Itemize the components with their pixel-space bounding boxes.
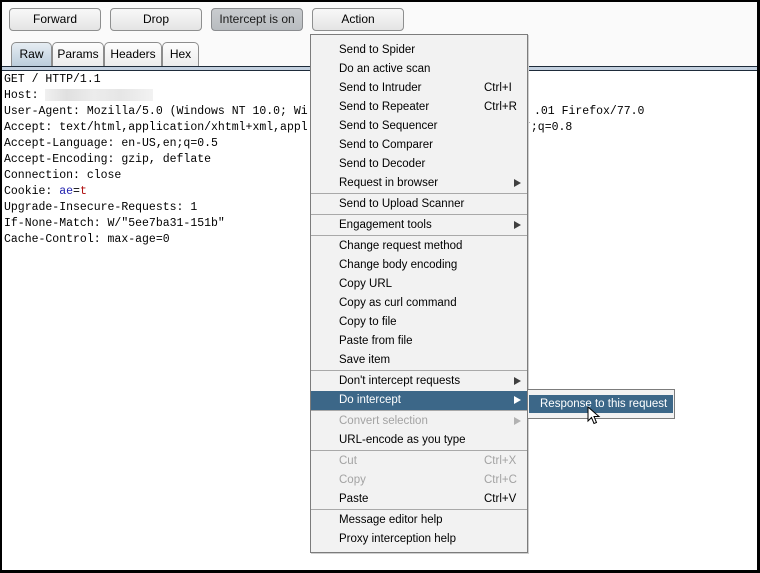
- user-agent-start: User-Agent: Mozilla/5.0 (Windows NT 10.0…: [4, 105, 308, 118]
- menu-item-proxy-interception-help[interactable]: Proxy interception help: [311, 530, 527, 549]
- menu-item-send-to-decoder[interactable]: Send to Decoder: [311, 155, 527, 174]
- menu-separator: [311, 193, 527, 194]
- menu-item-label: Paste: [339, 493, 369, 505]
- cookie-value: t: [79, 185, 87, 198]
- host-label: Host:: [4, 89, 46, 102]
- accept-end: *;q=0.8: [524, 121, 573, 134]
- menu-item-url-encode-as-you-type[interactable]: URL-encode as you type: [311, 431, 527, 450]
- mouse-pointer-icon: [587, 406, 601, 425]
- menu-item-label: Copy: [339, 474, 366, 486]
- cookie-name: ae: [59, 185, 74, 198]
- menu-item-label: Copy as curl command: [339, 297, 457, 309]
- context-menu: Send to Spider Do an active scan Send to I…: [310, 34, 528, 553]
- menu-separator: [311, 450, 527, 451]
- submenu-arrow-icon: [514, 377, 521, 385]
- menu-item-label: Copy URL: [339, 278, 393, 290]
- menu-item-label: Convert selection: [339, 415, 428, 427]
- menu-item-shortcut: Ctrl+I: [484, 82, 512, 94]
- menu-item-label: Send to Comparer: [339, 139, 433, 151]
- accept-start: Accept: text/html,application/xhtml+xml,…: [4, 121, 308, 134]
- menu-item-label: Message editor help: [339, 514, 443, 526]
- menu-item-label: Send to Upload Scanner: [339, 198, 465, 210]
- forward-button[interactable]: Forward: [9, 8, 101, 31]
- cookie-equals: =: [73, 185, 80, 198]
- menu-item-change-request-method[interactable]: Change request method: [311, 237, 527, 256]
- menu-item-paste[interactable]: Paste Ctrl+V: [311, 490, 527, 509]
- menu-item-label: Do intercept: [339, 394, 402, 406]
- menu-item-label: Copy to file: [339, 316, 397, 328]
- submenu-arrow-icon: [514, 221, 521, 229]
- do-intercept-submenu: Response to this request: [527, 389, 675, 419]
- menu-item-label: Cut: [339, 455, 357, 467]
- menu-item-label: Save item: [339, 354, 391, 366]
- menu-item-copy-to-file[interactable]: Copy to file: [311, 313, 527, 332]
- menu-item-label: Send to Intruder: [339, 82, 422, 94]
- menu-item-do-an-active-scan[interactable]: Do an active scan: [311, 60, 527, 79]
- menu-separator: [311, 235, 527, 236]
- menu-item-paste-from-file[interactable]: Paste from file: [311, 332, 527, 351]
- menu-item-label: URL-encode as you type: [339, 434, 466, 446]
- menu-item-label: Change request method: [339, 240, 463, 252]
- tab-params[interactable]: Params: [52, 42, 104, 66]
- submenu-arrow-icon: [514, 417, 521, 425]
- menu-item-label: Send to Decoder: [339, 158, 426, 170]
- menu-item-label: Engagement tools: [339, 219, 432, 231]
- menu-item-label: Don't intercept requests: [339, 375, 461, 387]
- menu-item-send-to-comparer[interactable]: Send to Comparer: [311, 136, 527, 155]
- submenu-arrow-icon: [514, 396, 521, 404]
- menu-item-label: Paste from file: [339, 335, 413, 347]
- submenu-arrow-icon: [514, 179, 521, 187]
- cookie-label: Cookie:: [4, 185, 60, 198]
- burp-proxy-intercept-panel: Forward Drop Intercept is on Action Raw …: [2, 2, 757, 570]
- menu-item-shortcut: Ctrl+R: [484, 101, 517, 113]
- menu-separator: [311, 410, 527, 411]
- action-button[interactable]: Action: [312, 8, 404, 31]
- menu-item-change-body-encoding[interactable]: Change body encoding: [311, 256, 527, 275]
- drop-button[interactable]: Drop: [110, 8, 202, 31]
- menu-item-do-intercept[interactable]: Do intercept: [311, 391, 527, 410]
- menu-item-copy-as-curl-command[interactable]: Copy as curl command: [311, 294, 527, 313]
- menu-item-shortcut: Ctrl+C: [484, 474, 517, 486]
- menu-item-label: Proxy interception help: [339, 533, 456, 545]
- intercept-toggle-button[interactable]: Intercept is on: [211, 8, 303, 31]
- menu-item-send-to-intruder[interactable]: Send to Intruder Ctrl+I: [311, 79, 527, 98]
- tab-hex[interactable]: Hex: [162, 42, 199, 66]
- menu-item-label: Send to Repeater: [339, 101, 430, 113]
- menu-item-cut[interactable]: Cut Ctrl+X: [311, 452, 527, 471]
- redacted-host-value: [45, 88, 154, 101]
- menu-item-copy[interactable]: Copy Ctrl+C: [311, 471, 527, 490]
- menu-item-shortcut: Ctrl+X: [484, 455, 517, 467]
- menu-separator: [311, 370, 527, 371]
- menu-item-shortcut: Ctrl+V: [484, 493, 517, 505]
- menu-item-send-to-spider[interactable]: Send to Spider: [311, 41, 527, 60]
- menu-item-request-in-browser[interactable]: Request in browser: [311, 174, 527, 193]
- user-agent-end: .01 Firefox/77.0: [534, 105, 645, 118]
- tab-raw[interactable]: Raw: [11, 42, 52, 67]
- menu-separator: [311, 509, 527, 510]
- menu-item-label: Send to Spider: [339, 44, 416, 56]
- menu-item-copy-url[interactable]: Copy URL: [311, 275, 527, 294]
- submenu-item-response-to-this-request[interactable]: Response to this request: [529, 395, 673, 413]
- menu-item-label: Send to Sequencer: [339, 120, 438, 132]
- menu-item-send-to-repeater[interactable]: Send to Repeater Ctrl+R: [311, 98, 527, 117]
- menu-item-send-to-sequencer[interactable]: Send to Sequencer: [311, 117, 527, 136]
- menu-item-label: Request in browser: [339, 177, 439, 189]
- menu-item-don-t-intercept-requests[interactable]: Don't intercept requests: [311, 372, 527, 391]
- menu-item-label: Change body encoding: [339, 259, 458, 271]
- menu-separator: [311, 214, 527, 215]
- tab-headers[interactable]: Headers: [104, 42, 162, 66]
- menu-item-message-editor-help[interactable]: Message editor help: [311, 511, 527, 530]
- menu-item-save-item[interactable]: Save item: [311, 351, 527, 370]
- menu-item-send-to-upload-scanner[interactable]: Send to Upload Scanner: [311, 195, 527, 214]
- menu-item-convert-selection[interactable]: Convert selection: [311, 412, 527, 431]
- menu-item-engagement-tools[interactable]: Engagement tools: [311, 216, 527, 235]
- menu-item-label: Do an active scan: [339, 63, 431, 75]
